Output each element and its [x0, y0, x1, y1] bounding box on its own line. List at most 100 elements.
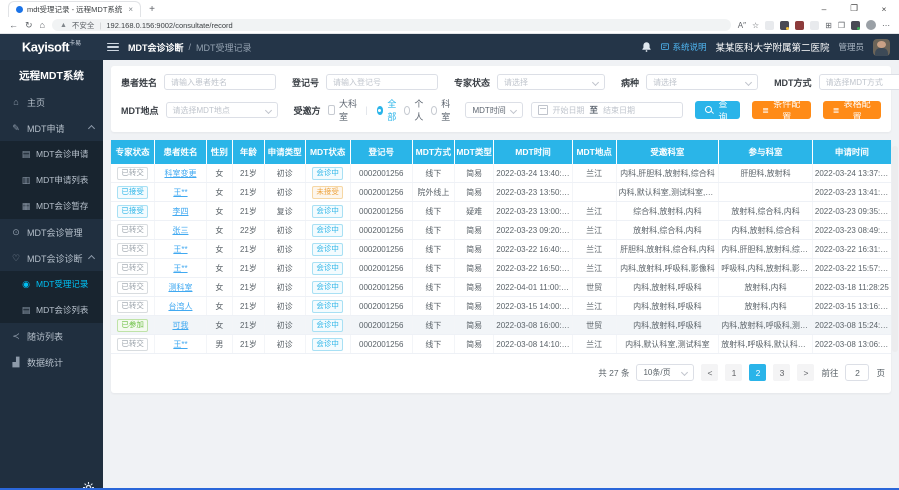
refresh-icon[interactable]: ↻ — [25, 20, 33, 31]
patient-name-link[interactable]: 测科室 — [168, 283, 192, 292]
cell-age: 21岁 — [233, 183, 265, 202]
page-button-1[interactable]: 1 — [725, 364, 742, 381]
close-window-button[interactable]: × — [869, 4, 899, 14]
patient-name-link[interactable]: 王** — [173, 245, 187, 254]
url-field[interactable]: ▲ 不安全 | 192.168.0.156:9002/consultate/re… — [52, 19, 731, 31]
mdt-status-badge: 会诊中 — [312, 319, 343, 332]
expert-status-select[interactable]: 请选择 — [497, 74, 605, 90]
patient-name-link[interactable]: 可我 — [172, 321, 188, 330]
table-row[interactable]: 已转交王**女21岁初诊会诊中0002001256线下简易2022-03-22 … — [111, 259, 891, 278]
split-screen-icon[interactable]: ❒ — [838, 21, 845, 30]
date-range-to: 至 — [589, 104, 598, 116]
minimize-button[interactable]: – — [809, 4, 839, 14]
sidebar-item-apply-list[interactable]: ▥ MDT申请列表 — [0, 167, 103, 193]
expert-status-badge: 已转交 — [117, 338, 148, 351]
radio-all[interactable] — [377, 106, 384, 115]
form-icon: ▤ — [21, 149, 31, 160]
extension-icon[interactable] — [851, 21, 860, 30]
next-page-button[interactable]: > — [797, 364, 814, 381]
time-type-select[interactable]: MDT时间 — [465, 102, 523, 118]
sidebar-item-consult-manage[interactable]: ⊙ MDT会诊管理 — [0, 219, 103, 245]
cell-apply-time: 2022-03-23 08:49:53 — [812, 221, 891, 240]
table-row[interactable]: 已参加可我女21岁初诊会诊中0002001256线下简易2022-03-08 1… — [111, 316, 891, 335]
sidebar-item-consult-apply[interactable]: ▤ MDT会诊申请 — [0, 141, 103, 167]
user-avatar[interactable] — [873, 39, 890, 56]
patient-name-link[interactable]: 王** — [173, 188, 187, 197]
disease-select[interactable]: 请选择 — [646, 74, 758, 90]
sidebar-item-consult-list[interactable]: ▤ MDT会诊列表 — [0, 297, 103, 323]
extension-icon[interactable] — [810, 21, 819, 30]
radio-all-label[interactable]: 全部 — [387, 97, 399, 123]
breadcrumb-root[interactable]: MDT会诊诊断 — [128, 41, 184, 54]
cell-joined-depts: 呼吸科,内科,放射科,影像科 — [719, 259, 813, 278]
radio-dept[interactable] — [431, 106, 438, 115]
mdt-place-select[interactable]: 请选择MDT地点 — [166, 102, 278, 118]
sidebar-item-statistics[interactable]: ▟ 数据统计 — [0, 349, 103, 375]
extension-icon[interactable] — [780, 21, 789, 30]
scrollbar[interactable] — [892, 146, 898, 352]
favorite-star-icon[interactable]: ☆ — [752, 21, 759, 30]
cell-mdt-time: 2022-03-15 14:00:00 — [494, 297, 573, 316]
page-button-3[interactable]: 3 — [773, 364, 790, 381]
radio-personal[interactable] — [404, 106, 411, 115]
back-icon[interactable]: ← — [9, 20, 18, 30]
sidebar-item-followup-list[interactable]: ≺ 随访列表 — [0, 323, 103, 349]
breadcrumb-separator: / — [189, 42, 192, 52]
sidebar-item-mdt-apply[interactable]: ✎ MDT申请 — [0, 115, 103, 141]
cell-apply-time: 2022-03-23 13:41:45 — [812, 183, 891, 202]
patient-name-link[interactable]: 台湾人 — [168, 302, 192, 311]
dept-checkbox-label[interactable]: 大科室 — [339, 97, 357, 123]
table-config-button[interactable]: ≣ 表格配置 — [823, 101, 881, 119]
patient-name-link[interactable]: 王** — [173, 340, 187, 349]
pagination: 共 27 条 10条/页 < 1 2 3 > 前往 页 — [111, 354, 891, 389]
table-row[interactable]: 已转交王**女21岁初诊会诊中0002001256线下简易2022-03-22 … — [111, 240, 891, 259]
mdt-mode-select[interactable]: 请选择MDT方式 — [819, 74, 899, 90]
table-row[interactable]: 已转交台湾人女21岁初诊会诊中0002001256线下简易2022-03-15 … — [111, 297, 891, 316]
patient-name-link[interactable]: 李四 — [172, 207, 188, 216]
cell-mdt-status: 会诊中 — [305, 221, 350, 240]
pill-separator: | — [99, 21, 101, 30]
collections-icon[interactable]: ⊞ — [825, 21, 832, 30]
search-button[interactable]: 查询 — [695, 101, 740, 119]
sidebar-item-label: MDT受理记录 — [36, 278, 88, 290]
radio-personal-label[interactable]: 个人 — [414, 97, 426, 123]
table-row[interactable]: 已转交科室变更女21岁初诊会诊中0002001256线下简易2022-03-24… — [111, 164, 891, 183]
patient-name-link[interactable]: 王** — [173, 264, 187, 273]
browser-tab[interactable]: mdt受理记录 - 远程MDT系统 × — [8, 1, 141, 17]
page-size-select[interactable]: 10条/页 — [636, 364, 694, 381]
home-icon[interactable]: ⌂ — [40, 20, 45, 30]
sidebar-item-consult-diagnosis[interactable]: ♡ MDT会诊诊断 — [0, 245, 103, 271]
browser-menu-icon[interactable]: ⋯ — [882, 21, 890, 30]
prev-page-button[interactable]: < — [701, 364, 718, 381]
browser-profile-avatar[interactable] — [866, 20, 876, 30]
date-range-picker[interactable]: 开始日期 至 结束日期 — [531, 102, 683, 118]
table-row[interactable]: 已转交张三女22岁初诊会诊中0002001256线下简易2022-03-23 0… — [111, 221, 891, 240]
tab-close-icon[interactable]: × — [128, 5, 133, 14]
dept-checkbox[interactable] — [328, 105, 335, 115]
sidebar-item-accept-record[interactable]: ◉ MDT受理记录 — [0, 271, 103, 297]
sidebar-collapse-icon[interactable] — [107, 43, 119, 52]
maximize-button[interactable]: ❐ — [839, 3, 869, 14]
condition-config-button[interactable]: ≣ 条件配置 — [752, 101, 810, 119]
new-tab-button[interactable]: + — [149, 3, 155, 17]
table-row[interactable]: 已转交测科室女21岁初诊会诊中0002001256线下简易2022-04-01 … — [111, 278, 891, 297]
sidebar-item-consult-draft[interactable]: ▦ MDT会诊暂存 — [0, 193, 103, 219]
bell-icon[interactable] — [641, 41, 652, 53]
page-button-2[interactable]: 2 — [749, 364, 766, 381]
sidebar-item-home[interactable]: ⌂ 主页 — [0, 89, 103, 115]
patient-name-link[interactable]: 张三 — [172, 226, 188, 235]
table-row[interactable]: 已接受王**女21岁初诊未接受0002001256院外线上简易2022-03-2… — [111, 183, 891, 202]
patient-name-input[interactable]: 请输入患者姓名 — [164, 74, 276, 90]
system-doc-link[interactable]: 系统说明 — [661, 41, 706, 53]
radio-dept-label[interactable]: 科室 — [441, 97, 453, 123]
table-row[interactable]: 已接受李四女21岁复诊会诊中0002001256线下疑难2022-03-23 1… — [111, 202, 891, 221]
extension-icon[interactable] — [765, 21, 774, 30]
goto-page-input[interactable] — [845, 364, 869, 381]
cell-expert-status: 已转交 — [111, 278, 155, 297]
extension-icon[interactable] — [795, 21, 804, 30]
table-row[interactable]: 已转交王**男21岁初诊会诊中0002001256线下简易2022-03-08 … — [111, 335, 891, 354]
cell-apply-time: 2022-03-23 09:35:39 — [812, 202, 891, 221]
reg-no-input[interactable]: 请输入登记号 — [326, 74, 438, 90]
patient-name-link[interactable]: 科室变更 — [164, 169, 196, 178]
read-aloud-icon[interactable]: A″ — [738, 21, 746, 30]
